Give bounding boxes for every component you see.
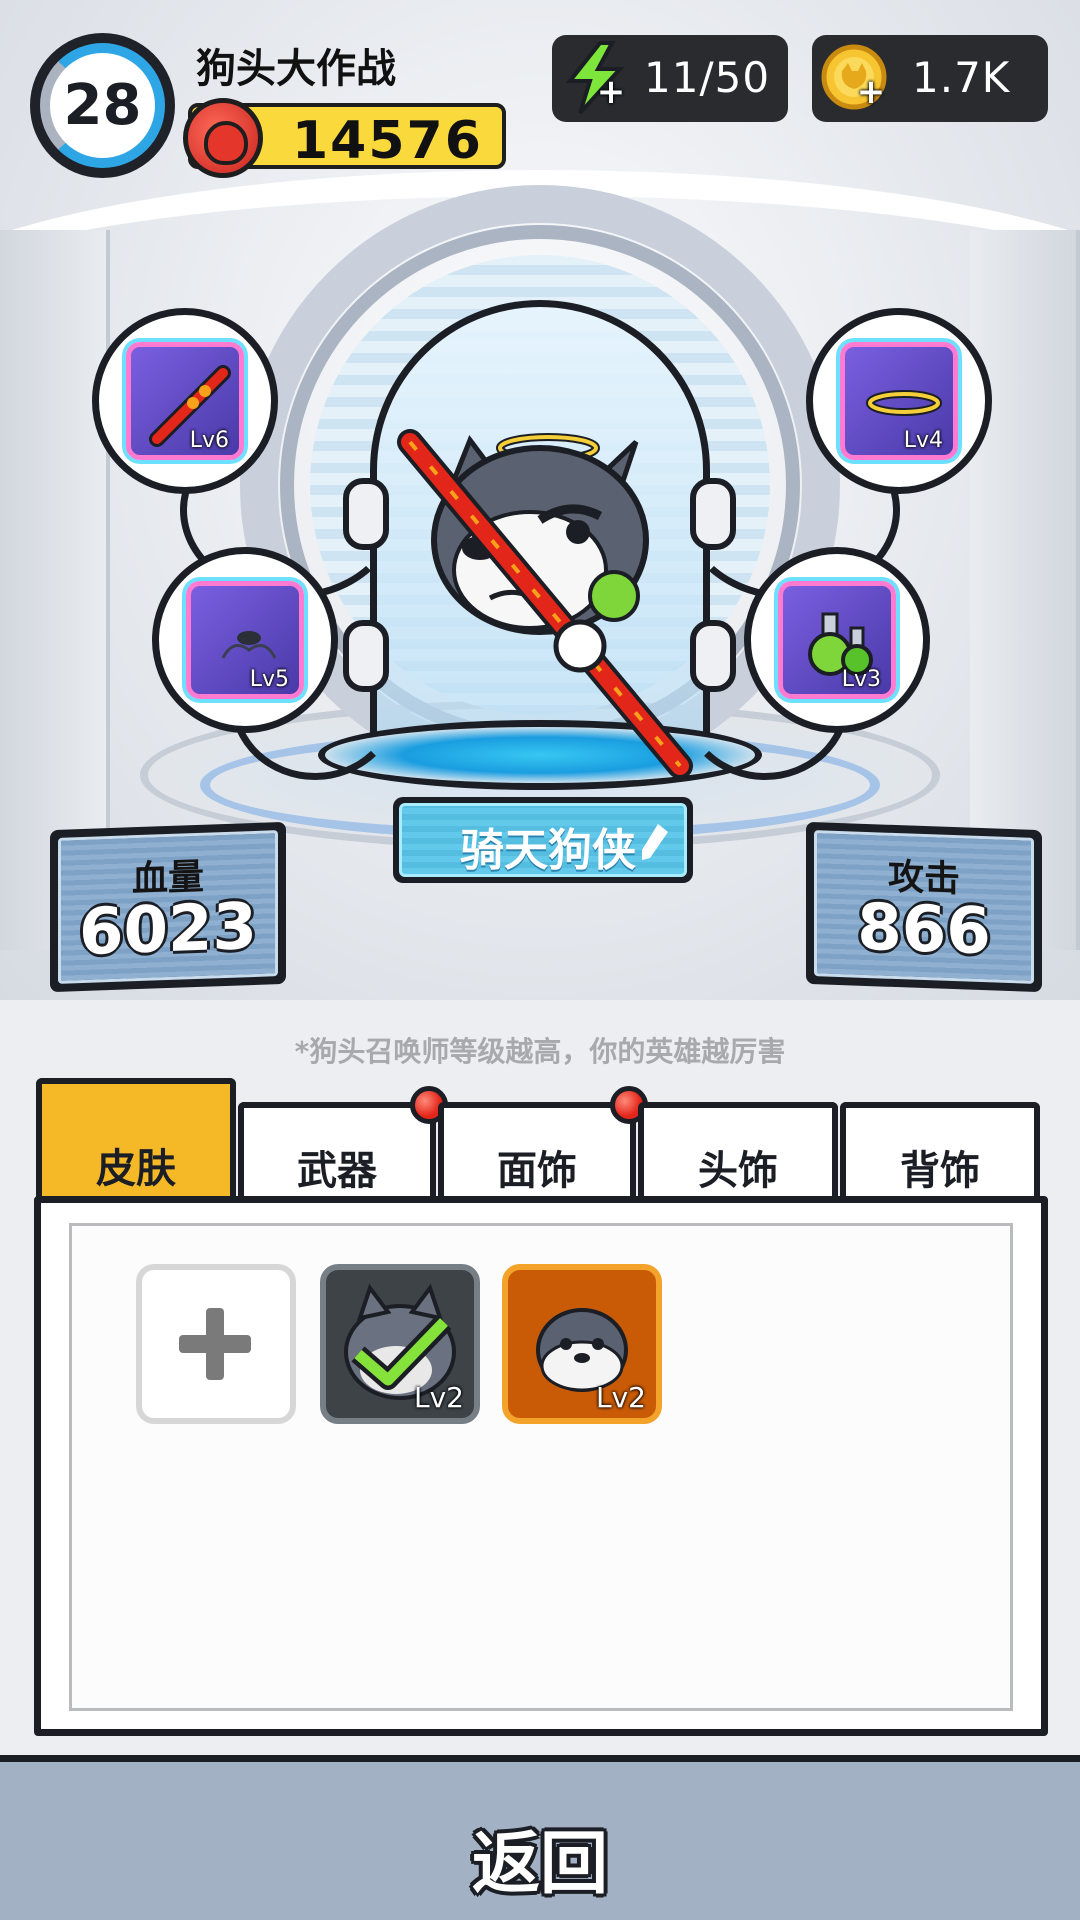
coin-counter[interactable]: + 1.7K (812, 35, 1048, 122)
dome-clip (343, 478, 389, 550)
tab-weapon[interactable]: 武器 (238, 1086, 448, 1200)
tab-back[interactable]: 背饰 (840, 1102, 1040, 1200)
hero-name: 骑天狗侠 (460, 825, 636, 876)
edit-pencil-icon[interactable] (640, 822, 670, 862)
attack-stat-inner: 攻击 866 (814, 830, 1034, 984)
inventory-panel: Lv2 Lv2 (34, 1196, 1048, 1736)
equip-level: Lv4 (903, 428, 943, 453)
equip-card: Lv6 (126, 342, 244, 460)
inventory-grid[interactable]: Lv2 Lv2 (69, 1223, 1013, 1711)
skin-item-equipped[interactable]: Lv2 (320, 1264, 480, 1424)
skin-level: Lv2 (414, 1381, 464, 1414)
tab-label: 头饰 (698, 1148, 778, 1194)
plus-icon (179, 1335, 251, 1353)
tab-skin[interactable]: 皮肤 (36, 1078, 236, 1200)
tab-head[interactable]: 头饰 (638, 1102, 838, 1200)
hp-stat-panel: 血量 6023 (50, 821, 286, 993)
equip-slot-head[interactable]: Lv4 (806, 308, 992, 494)
equip-level: Lv5 (249, 667, 289, 692)
equip-card: Lv3 (778, 581, 896, 699)
add-skin-button[interactable] (136, 1264, 296, 1424)
hero-name-plate-inner: 骑天狗侠 (399, 803, 687, 877)
equip-slot-face[interactable]: Lv5 (152, 547, 338, 733)
boxing-glove-icon (183, 98, 263, 178)
energy-value: 11/50 (644, 53, 771, 102)
score-value: 14576 (292, 111, 483, 171)
add-energy-icon[interactable]: + (596, 75, 626, 109)
hp-value: 6023 (78, 889, 258, 971)
tab-label: 皮肤 (96, 1146, 176, 1192)
equip-slot-weapon[interactable]: Lv6 (92, 308, 278, 494)
attack-stat-panel: 攻击 866 (806, 821, 1042, 993)
add-coin-icon[interactable]: + (856, 75, 886, 109)
hero-name-plate[interactable]: 骑天狗侠 (393, 797, 693, 883)
hint-text: *狗头召唤师等级越高，你的英雄越厉害 (294, 1035, 786, 1068)
hp-stat-inner: 血量 6023 (58, 830, 278, 984)
bottom-bar: 返回 (0, 1755, 1080, 1920)
tab-label: 背饰 (900, 1148, 980, 1194)
player-level-badge[interactable]: 28 (30, 33, 175, 178)
attack-value: 866 (857, 890, 991, 970)
player-level: 28 (40, 43, 165, 168)
equip-slot-back[interactable]: Lv3 (744, 547, 930, 733)
coin-value: 1.7K (912, 53, 1011, 102)
equip-card: Lv5 (186, 581, 304, 699)
equip-card: Lv4 (840, 342, 958, 460)
hero-character (397, 429, 693, 779)
equip-level: Lv6 (189, 428, 229, 453)
skin-level: Lv2 (596, 1381, 646, 1414)
dome-clip (343, 620, 389, 692)
skin-item[interactable]: Lv2 (502, 1264, 662, 1424)
tab-label: 面饰 (497, 1148, 577, 1194)
energy-counter[interactable]: + 11/50 (552, 35, 788, 122)
game-title: 狗头大作战 (196, 46, 396, 92)
tab-face[interactable]: 面饰 (438, 1086, 648, 1200)
tab-label: 武器 (297, 1148, 377, 1194)
back-button[interactable]: 返回 (440, 1808, 640, 1907)
equip-level: Lv3 (841, 667, 881, 692)
